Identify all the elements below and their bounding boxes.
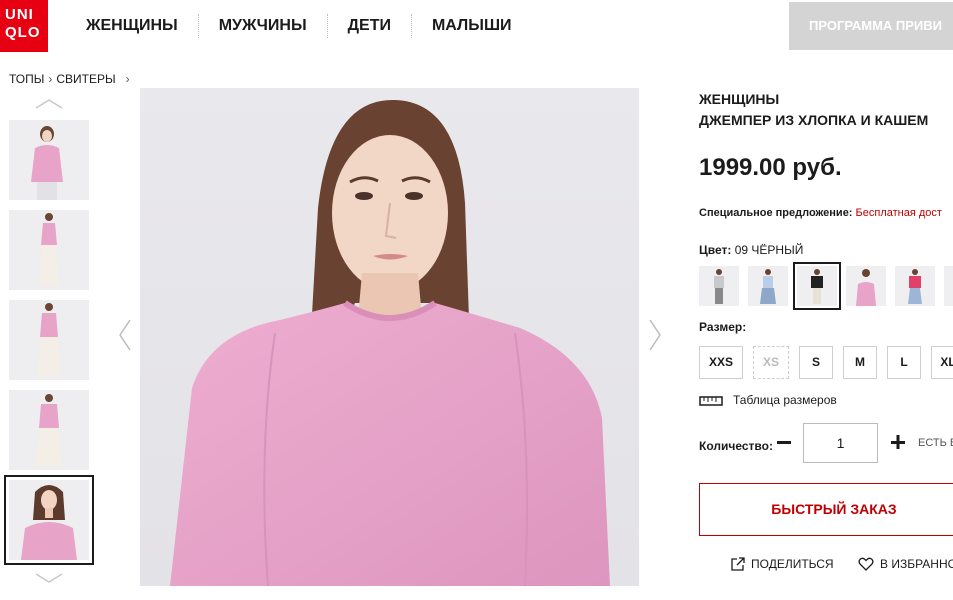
favorite-button[interactable]: В ИЗБРАННО — [858, 557, 953, 571]
next-image-arrow-icon[interactable] — [648, 318, 662, 352]
special-offer: Специальное предложение: Бесплатная дост — [699, 207, 942, 219]
chevron-up-icon[interactable] — [34, 98, 64, 110]
color-swatch-gray[interactable] — [699, 266, 739, 306]
color-selection-label: Цвет: 09 ЧЁРНЫЙ — [699, 243, 803, 257]
logo-line-1: UNI — [5, 6, 34, 23]
quantity-label: Количество: — [699, 439, 773, 453]
main-nav: ЖЕНЩИНЫ МУЖЧИНЫ ДЕТИ МАЛЫШИ — [66, 0, 532, 52]
size-l[interactable]: L — [887, 346, 921, 379]
color-swatch-red[interactable] — [895, 266, 935, 306]
thumbnail-image-selected[interactable] — [4, 475, 94, 565]
color-swatch-partial[interactable] — [944, 266, 953, 306]
thumbnail-list — [4, 120, 94, 570]
ruler-icon — [699, 396, 723, 406]
size-m[interactable]: M — [843, 346, 877, 379]
color-swatch-pink[interactable] — [846, 266, 886, 306]
product-name: ДЖЕМПЕР ИЗ ХЛОПКА И КАШЕМ — [699, 112, 929, 128]
stock-status: ЕСТЬ В — [918, 437, 953, 449]
size-s[interactable]: S — [799, 346, 833, 379]
thumbnail-image[interactable] — [9, 390, 89, 470]
thumbnail-image[interactable] — [9, 300, 89, 380]
quantity-input[interactable] — [803, 423, 878, 463]
special-offer-label: Специальное предложение: — [699, 207, 853, 219]
logo-line-2: QLO — [5, 24, 41, 41]
size-xxs[interactable]: XXS — [699, 346, 743, 379]
size-xl[interactable]: XL — [931, 346, 953, 379]
chevron-down-icon[interactable] — [34, 572, 64, 584]
nav-men[interactable]: МУЖЧИНЫ — [199, 14, 328, 38]
nav-baby[interactable]: МАЛЫШИ — [412, 14, 532, 38]
chevron-right-icon: › — [125, 72, 130, 86]
nav-women[interactable]: ЖЕНЩИНЫ — [66, 14, 199, 38]
heart-icon — [858, 557, 874, 571]
favorite-label: В ИЗБРАННО — [880, 557, 953, 571]
thumbnail-image[interactable] — [9, 120, 89, 200]
prev-image-arrow-icon[interactable] — [118, 318, 132, 352]
product-price: 1999.00 руб. — [699, 154, 842, 181]
size-xs-unavailable[interactable]: XS — [753, 346, 789, 379]
special-offer-link[interactable]: Бесплатная дост — [856, 207, 942, 219]
share-button[interactable]: ПОДЕЛИТЬСЯ — [731, 557, 834, 571]
nav-kids[interactable]: ДЕТИ — [328, 14, 412, 38]
product-main-image[interactable] — [140, 88, 639, 586]
color-swatches — [699, 262, 953, 310]
uniqlo-logo[interactable]: UNI QLO — [0, 0, 48, 52]
size-label: Размер: — [699, 320, 747, 334]
minus-icon[interactable] — [775, 432, 793, 452]
color-swatch-blue[interactable] — [748, 266, 788, 306]
plus-icon[interactable] — [889, 432, 907, 452]
size-chart-label: Таблица размеров — [733, 393, 837, 407]
breadcrumb-sweaters[interactable]: СВИТЕРЫ — [56, 72, 115, 86]
thumbnail-image[interactable] — [9, 210, 89, 290]
size-chart-link[interactable]: Таблица размеров — [699, 393, 837, 407]
share-label: ПОДЕЛИТЬСЯ — [751, 557, 834, 571]
size-options: XXS XS S M L XL — [699, 346, 953, 379]
color-label: Цвет: — [699, 243, 732, 257]
product-category: ЖЕНЩИНЫ — [699, 91, 780, 107]
share-icon — [731, 557, 745, 571]
chevron-right-icon: › — [48, 72, 53, 86]
breadcrumb-tops[interactable]: ТОПЫ — [9, 72, 44, 86]
color-swatch-black-selected[interactable] — [793, 262, 841, 310]
breadcrumb: ТОПЫ › СВИТЕРЫ › — [9, 72, 130, 86]
quick-order-button[interactable]: БЫСТРЫЙ ЗАКАЗ — [699, 483, 953, 536]
color-value: 09 ЧЁРНЫЙ — [734, 243, 804, 257]
referral-program-button[interactable]: ПРОГРАММА ПРИВИ — [789, 2, 953, 50]
